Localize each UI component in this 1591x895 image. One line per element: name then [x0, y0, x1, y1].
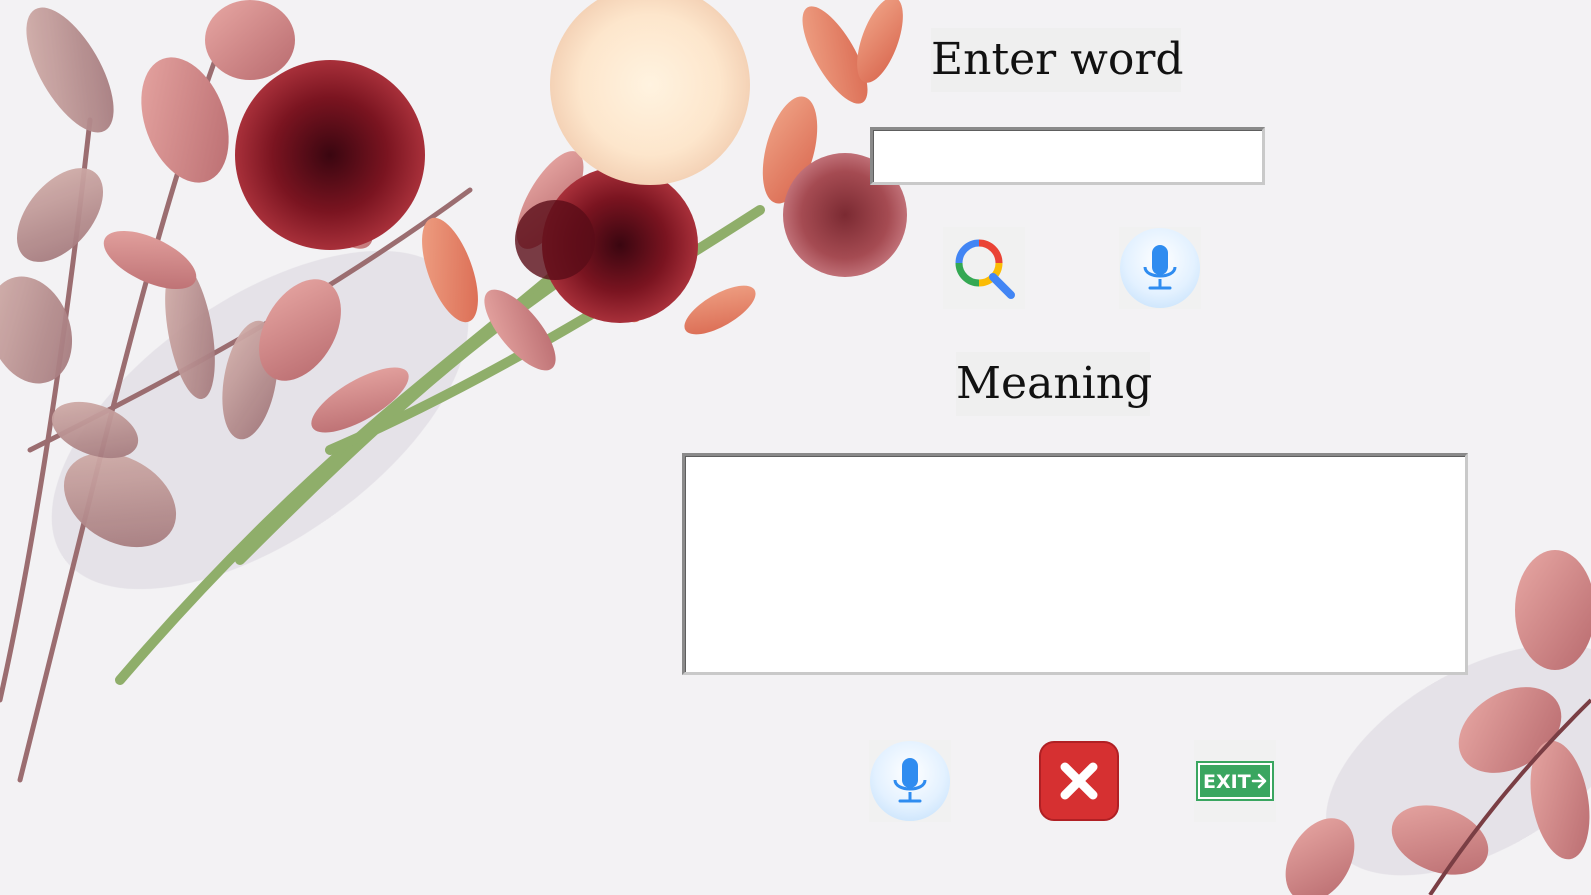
microphone-icon: [870, 741, 950, 821]
word-input[interactable]: [870, 127, 1265, 185]
meaning-textarea[interactable]: [682, 453, 1468, 675]
app-window: Enter word Meaning EXIT: [0, 0, 1591, 895]
exit-sign-icon: EXIT: [1196, 761, 1274, 801]
enter-word-label: Enter word: [931, 28, 1184, 92]
meaning-label: Meaning: [956, 352, 1152, 416]
speak-meaning-button[interactable]: [869, 740, 951, 822]
clear-button[interactable]: [1038, 740, 1120, 822]
exit-button[interactable]: EXIT: [1194, 740, 1276, 822]
floral-background: [0, 0, 1591, 895]
voice-search-button[interactable]: [1119, 227, 1201, 309]
close-icon: [1039, 741, 1119, 821]
microphone-icon: [1120, 228, 1200, 308]
exit-sign-text: EXIT: [1203, 771, 1251, 793]
search-icon: [955, 239, 1015, 299]
search-button[interactable]: [943, 227, 1025, 309]
